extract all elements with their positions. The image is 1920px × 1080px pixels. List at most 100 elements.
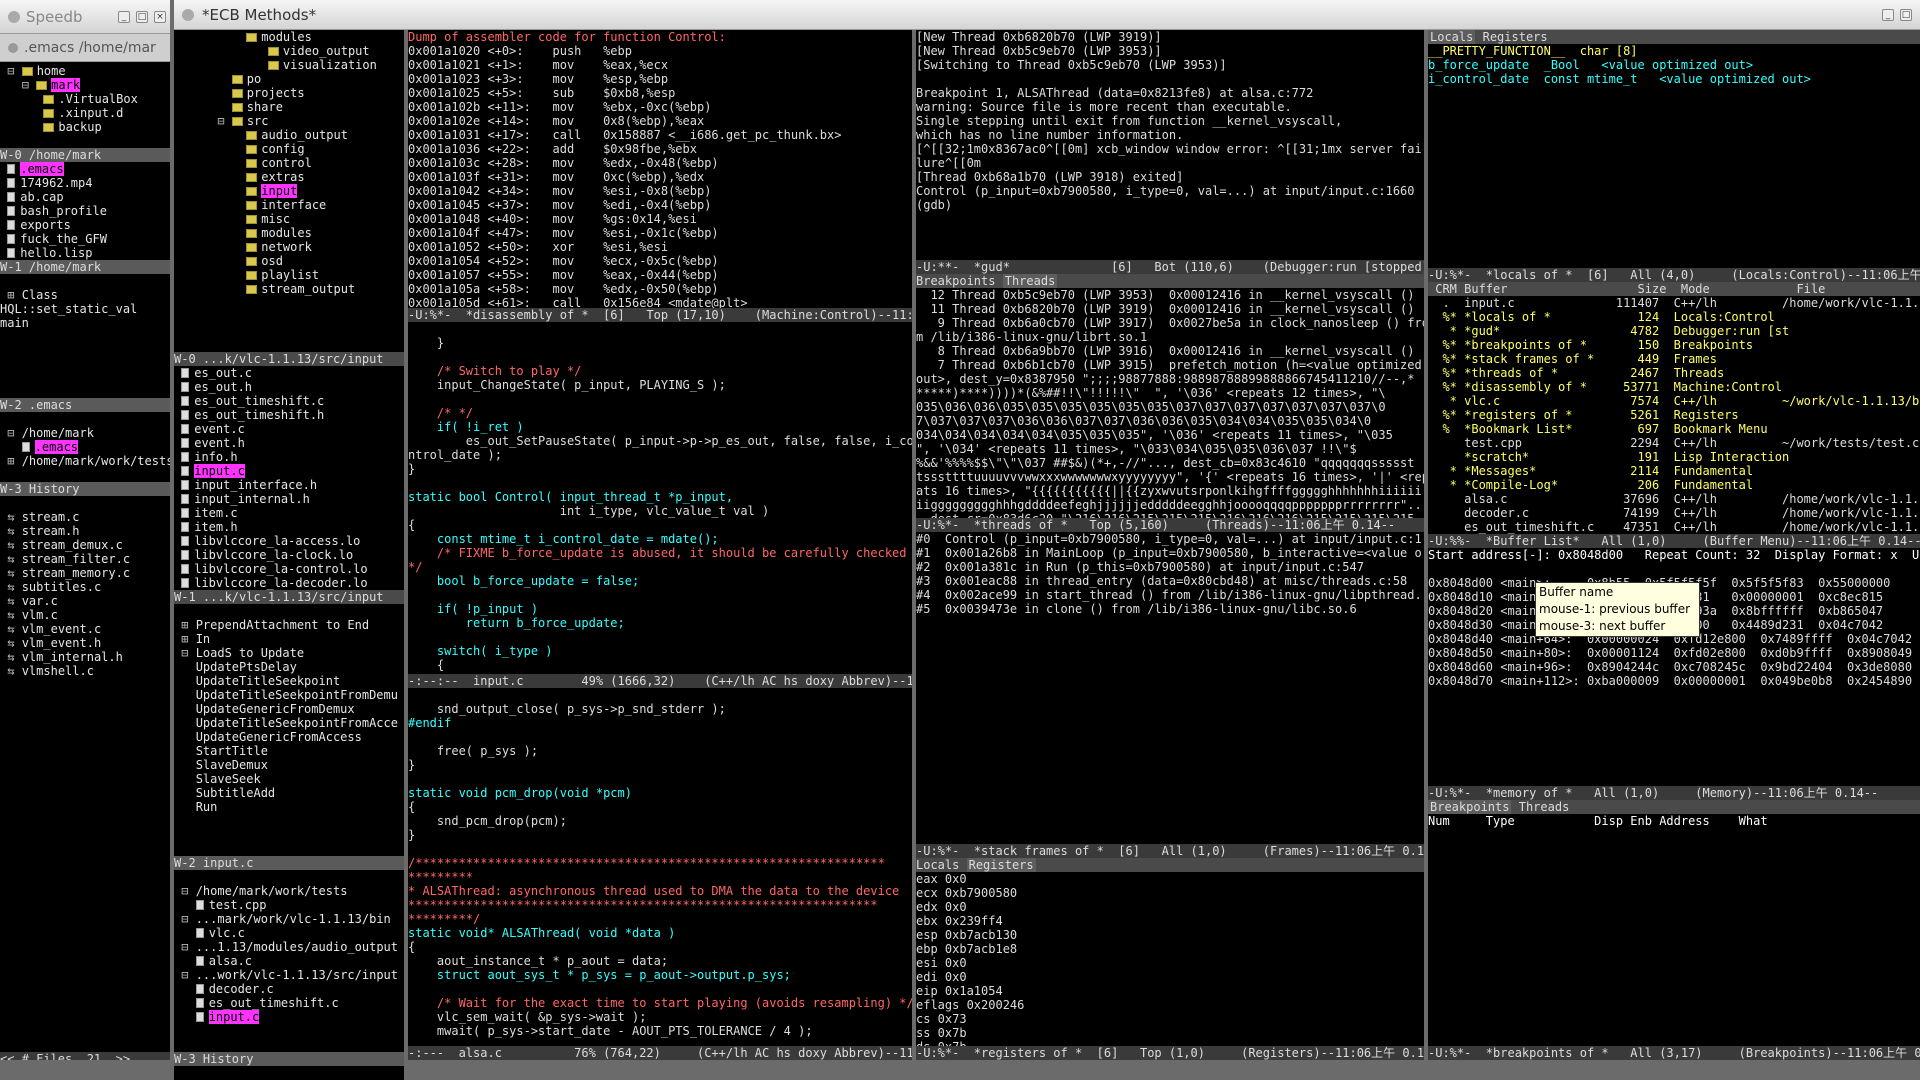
class-item[interactable]: ⊞ Class <box>0 288 170 302</box>
source-file[interactable]: es_out.c <box>174 366 404 380</box>
maximize-button[interactable]: □ <box>136 10 148 23</box>
tree-home[interactable]: ⊟ home <box>0 64 170 78</box>
dir-item[interactable]: projects <box>174 86 404 100</box>
alsa-c-editor[interactable]: snd_output_close( p_sys->p_snd_stderr );… <box>408 688 912 1060</box>
method-item[interactable]: SlaveDemux <box>174 758 404 772</box>
source-file[interactable]: item.h <box>174 520 404 534</box>
history-file[interactable]: alsa.c <box>174 954 404 968</box>
dir-item[interactable]: video_output <box>174 44 404 58</box>
source-file[interactable]: libvlccore_la-access.lo <box>174 534 404 548</box>
tab-breakpoints[interactable]: Breakpoints <box>1428 800 1512 814</box>
registers-pane[interactable]: Locals Registers eax 0x0 ecx 0xb7900580 ed… <box>916 858 1424 1060</box>
tree-backup[interactable]: backup <box>0 120 170 134</box>
history-item[interactable]: ⇆ var.c <box>0 594 170 608</box>
buffer-list-pane[interactable]: CRM Buffer Size Mode File . input.c 1114… <box>1428 282 1920 548</box>
history-file[interactable]: test.cpp <box>174 898 404 912</box>
history-item[interactable]: ⇆ subtitles.c <box>0 580 170 594</box>
method-item[interactable]: ⊟ LoadS to Update <box>174 646 404 660</box>
history-item[interactable]: ⇆ stream.c <box>0 510 170 524</box>
source-file[interactable]: es_out_timeshift.c <box>174 394 404 408</box>
file-item[interactable]: 174962.mp4 <box>0 176 170 190</box>
source-file[interactable]: libvlccore_la-clock.lo <box>174 548 404 562</box>
source-file[interactable]: event.h <box>174 436 404 450</box>
dir-item[interactable]: extras <box>174 170 404 184</box>
method-item[interactable]: ⊞ In <box>174 632 404 646</box>
history-file[interactable]: input.c <box>174 1010 404 1024</box>
method-item[interactable]: UpdateTitleSeekpointFromAcce <box>174 716 404 730</box>
breakpoints-pane[interactable]: Breakpoints Threads Num Type Disp Enb Ad… <box>1428 800 1920 1060</box>
dir-item[interactable]: misc <box>174 212 404 226</box>
method-item[interactable]: ⊞ PrependAttachment to End <box>174 618 404 632</box>
method-item[interactable]: UpdateTitleSeekpointFromDemu <box>174 688 404 702</box>
method-item[interactable]: UpdateTitleSeekpoint <box>174 674 404 688</box>
tab-locals[interactable]: Locals <box>1428 30 1476 44</box>
history-file[interactable]: vlc.c <box>174 926 404 940</box>
tree-virtualbox[interactable]: .VirtualBox <box>0 92 170 106</box>
source-file[interactable]: libvlccore_la-decoder.lo <box>174 576 404 590</box>
dir-item[interactable]: interface <box>174 198 404 212</box>
close-button[interactable]: × <box>154 10 166 23</box>
source-file[interactable]: input_interface.h <box>174 478 404 492</box>
method-item[interactable]: SubtitleAdd <box>174 786 404 800</box>
history-item[interactable]: ⇆ stream_demux.c <box>0 538 170 552</box>
method-item[interactable]: UpdateGenericFromAccess <box>174 730 404 744</box>
tab-registers[interactable]: Registers <box>966 858 1036 872</box>
source-file[interactable]: info.h <box>174 450 404 464</box>
local-var[interactable]: __PRETTY_FUNCTION__ char [8] <box>1428 44 1920 58</box>
file-item[interactable]: ab.cap <box>0 190 170 204</box>
disassembly-pane[interactable]: Dump of assembler code for function Cont… <box>408 30 912 322</box>
tree-mark[interactable]: ⊟ mark <box>0 78 170 92</box>
dir-item[interactable]: ⊟ /home/mark <box>0 426 170 440</box>
gud-pane[interactable]: [New Thread 0xb6820b70 (LWP 3919)] [New T… <box>916 30 1424 274</box>
history-item[interactable]: ⇆ stream_filter.c <box>0 552 170 566</box>
history-item[interactable]: ⇆ vlm.c <box>0 608 170 622</box>
history-group[interactable]: ⊟ ...work/vlc-1.1.13/src/input <box>174 968 404 982</box>
maximize-button[interactable]: □ <box>1900 8 1912 21</box>
local-var[interactable]: b_force_update _Bool <value optimized ou… <box>1428 58 1920 72</box>
history-file[interactable]: es_out_timeshift.c <box>174 996 404 1010</box>
history-item[interactable]: ⇆ vlm_event.h <box>0 636 170 650</box>
source-file[interactable]: input.c <box>174 464 404 478</box>
dir-item[interactable]: po <box>174 72 404 86</box>
source-file[interactable]: item.c <box>174 506 404 520</box>
dir-item[interactable]: share <box>174 100 404 114</box>
stack-frames-pane[interactable]: #0 Control (p_input=0xb7900580, i_type=0… <box>916 532 1424 858</box>
method-item[interactable]: Run <box>174 800 404 814</box>
history-item[interactable]: ⇆ vlm_internal.h <box>0 650 170 664</box>
file-item[interactable]: exports <box>0 218 170 232</box>
history-group[interactable]: ⊟ ...mark/work/vlc-1.1.13/bin <box>174 912 404 926</box>
minimize-button[interactable]: _ <box>1882 8 1894 21</box>
file-item[interactable]: bash_profile <box>0 204 170 218</box>
dir-item[interactable]: playlist <box>174 268 404 282</box>
breakpoint-row[interactable]: 1 breakpoint keep y 0x004290b8 in ALSATh… <box>1428 828 1920 842</box>
history-group[interactable]: ⊟ /home/mark/work/tests <box>174 884 404 898</box>
tab-threads[interactable]: Threads <box>1519 800 1570 814</box>
dir-item[interactable]: audio_output <box>174 128 404 142</box>
tab-registers[interactable]: Registers <box>1483 30 1548 44</box>
class-item[interactable]: main <box>0 316 170 330</box>
tab-breakpoints[interactable]: Breakpoints <box>916 274 995 288</box>
history-group[interactable]: ⊟ ...1.13/modules/audio_output <box>174 940 404 954</box>
method-item[interactable]: UpdatePtsDelay <box>174 660 404 674</box>
file-item[interactable]: hello.lisp <box>0 246 170 260</box>
minimize-button[interactable]: _ <box>118 10 130 23</box>
local-var[interactable]: i_control_date const mtime_t <value opti… <box>1428 72 1920 86</box>
history-item[interactable]: ⇆ vlmshell.c <box>0 664 170 678</box>
dir-item[interactable]: visualization <box>174 58 404 72</box>
threads-pane[interactable]: Breakpoints Threads 12 Thread 0xb5c9eb70… <box>916 274 1424 532</box>
history-item[interactable]: ⇆ stream_memory.c <box>0 566 170 580</box>
tab-threads[interactable]: Threads <box>1002 274 1058 288</box>
method-item[interactable]: SlaveSeek <box>174 772 404 786</box>
dir-item[interactable]: network <box>174 240 404 254</box>
input-c-editor[interactable]: } /* Switch to play */ input_ChangeState… <box>408 322 912 688</box>
history-item[interactable]: ⇆ vlm_event.c <box>0 622 170 636</box>
dir-item[interactable]: osd <box>174 254 404 268</box>
source-file[interactable]: libvlccore_la-control.lo <box>174 562 404 576</box>
dir-item[interactable]: control <box>174 156 404 170</box>
locals-pane[interactable]: Locals Registers __PRETTY_FUNCTION__ cha… <box>1428 30 1920 282</box>
method-item[interactable]: StartTitle <box>174 744 404 758</box>
file-item[interactable]: .emacs <box>0 162 170 176</box>
window-menu-icon[interactable] <box>182 8 194 21</box>
tree-xinput[interactable]: .xinput.d <box>0 106 170 120</box>
source-file[interactable]: input_internal.h <box>174 492 404 506</box>
